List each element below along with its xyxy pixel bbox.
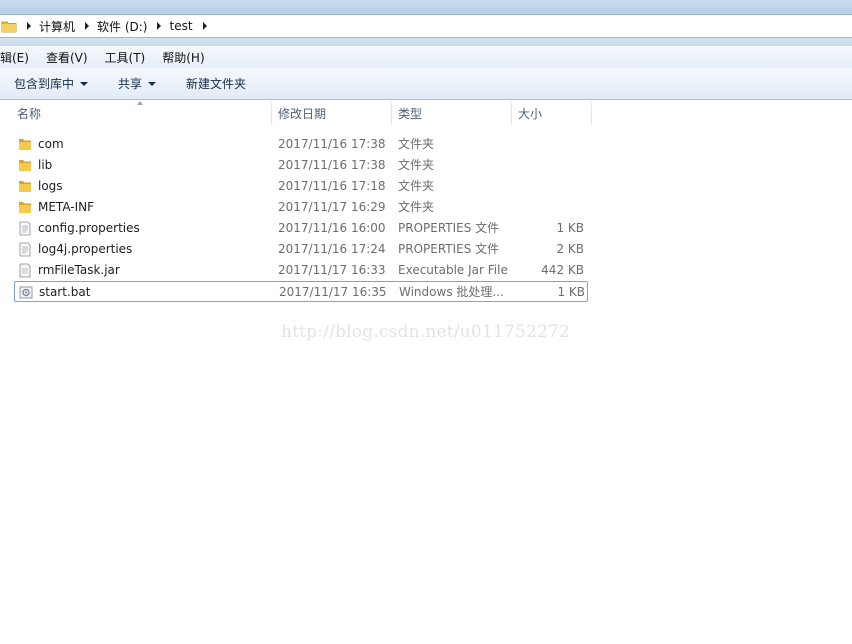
file-type: PROPERTIES 文件 [398, 221, 500, 235]
file-date: 2017/11/17 16:35 [279, 285, 387, 299]
folder-icon [19, 160, 31, 171]
breadcrumb-arrow-icon[interactable] [85, 22, 90, 30]
folder-icon [19, 139, 31, 150]
file-row-rmfiletask-jar[interactable]: rmFileTask.jar 2017/11/17 16:33 Executab… [14, 260, 588, 281]
file-type: PROPERTIES 文件 [398, 242, 500, 256]
share-label: 共享 [118, 77, 143, 91]
chevron-down-icon [80, 82, 89, 86]
column-header-type[interactable]: 类型 [392, 101, 512, 125]
address-bar[interactable]: 计算机 软件 (D:) test [0, 14, 852, 38]
file-name: rmFileTask.jar [38, 263, 120, 277]
column-header-date-label: 修改日期 [278, 106, 327, 121]
properties-file-icon [19, 242, 31, 257]
menu-view[interactable]: 查看(V) [46, 49, 88, 66]
file-name: lib [38, 158, 53, 172]
file-date: 2017/11/16 17:24 [278, 242, 386, 256]
include-in-library-label: 包含到库中 [14, 77, 75, 91]
file-row-lib[interactable]: lib 2017/11/16 17:38 文件夹 [14, 155, 588, 176]
file-name: logs [38, 179, 63, 193]
folder-icon [19, 181, 31, 192]
file-row-logs[interactable]: logs 2017/11/16 17:18 文件夹 [14, 176, 588, 197]
folder-icon [1, 19, 17, 33]
menu-help[interactable]: 帮助(H) [162, 49, 204, 66]
file-size [494, 134, 584, 155]
menu-bar: 编辑(E) 查看(V) 工具(T) 帮助(H) [0, 46, 852, 68]
breadcrumb-arrow-icon[interactable] [27, 22, 31, 30]
watermark: http://blog.csdn.net/u011752272 [281, 322, 571, 342]
file-name: config.properties [38, 221, 140, 235]
file-size [494, 197, 584, 218]
column-header-size-label: 大小 [518, 106, 543, 121]
file-row-start-bat[interactable]: start.bat 2017/11/17 16:35 Windows 批处理..… [14, 281, 588, 302]
jar-file-icon [19, 263, 31, 278]
breadcrumb-drive[interactable]: 软件 (D:) [97, 18, 147, 35]
file-type: 文件夹 [398, 158, 435, 172]
column-header-name[interactable]: 名称 [14, 101, 272, 125]
window-top-edge [0, 0, 852, 14]
file-size [494, 155, 584, 176]
file-type: Executable Jar File [398, 263, 508, 277]
file-date: 2017/11/17 16:33 [278, 263, 386, 277]
file-date: 2017/11/16 17:38 [278, 137, 386, 151]
file-row-log4j-properties[interactable]: log4j.properties 2017/11/16 17:24 PROPER… [14, 239, 588, 260]
menu-tools[interactable]: 工具(T) [105, 49, 146, 66]
file-name: META-INF [38, 200, 95, 214]
column-header-size[interactable]: 大小 [512, 101, 592, 125]
breadcrumb-folder[interactable]: test [169, 19, 192, 33]
file-date: 2017/11/16 17:18 [278, 179, 386, 193]
include-in-library-button[interactable]: 包含到库中 [14, 75, 89, 92]
folder-icon [19, 202, 31, 213]
file-size [494, 176, 584, 197]
file-row-config-properties[interactable]: config.properties 2017/11/16 16:00 PROPE… [14, 218, 588, 239]
file-name: log4j.properties [38, 242, 133, 256]
file-type: 文件夹 [398, 200, 435, 214]
chevron-down-icon [148, 82, 157, 86]
breadcrumb-arrow-icon[interactable] [157, 22, 162, 30]
breadcrumb-computer[interactable]: 计算机 [39, 18, 75, 35]
file-row-meta-inf[interactable]: META-INF 2017/11/17 16:29 文件夹 [14, 197, 588, 218]
file-type: 文件夹 [398, 137, 435, 151]
new-folder-button[interactable]: 新建文件夹 [186, 75, 246, 92]
share-button[interactable]: 共享 [118, 75, 157, 92]
file-type: Windows 批处理... [399, 285, 504, 299]
breadcrumb-arrow-icon[interactable] [202, 22, 207, 30]
file-size: 442 KB [541, 263, 584, 277]
file-date: 2017/11/16 17:38 [278, 158, 386, 172]
file-row-com[interactable]: com 2017/11/16 17:38 文件夹 [14, 134, 588, 155]
file-name: com [38, 137, 64, 151]
bat-file-icon [19, 286, 33, 299]
properties-file-icon [19, 221, 31, 236]
command-bar: 包含到库中 共享 新建文件夹 [0, 68, 852, 100]
new-folder-label: 新建文件夹 [186, 77, 247, 91]
file-size: 1 KB [557, 285, 585, 299]
file-name: start.bat [39, 285, 91, 299]
file-size: 1 KB [556, 221, 584, 235]
column-header-name-label: 名称 [17, 106, 42, 121]
file-date: 2017/11/17 16:29 [278, 200, 386, 214]
file-date: 2017/11/16 16:00 [278, 221, 386, 235]
column-header-type-label: 类型 [398, 106, 423, 121]
menu-edit[interactable]: 编辑(E) [0, 49, 29, 66]
column-header-date[interactable]: 修改日期 [272, 101, 392, 125]
divider-band [0, 38, 852, 46]
file-size: 2 KB [556, 242, 584, 256]
file-type: 文件夹 [398, 179, 435, 193]
